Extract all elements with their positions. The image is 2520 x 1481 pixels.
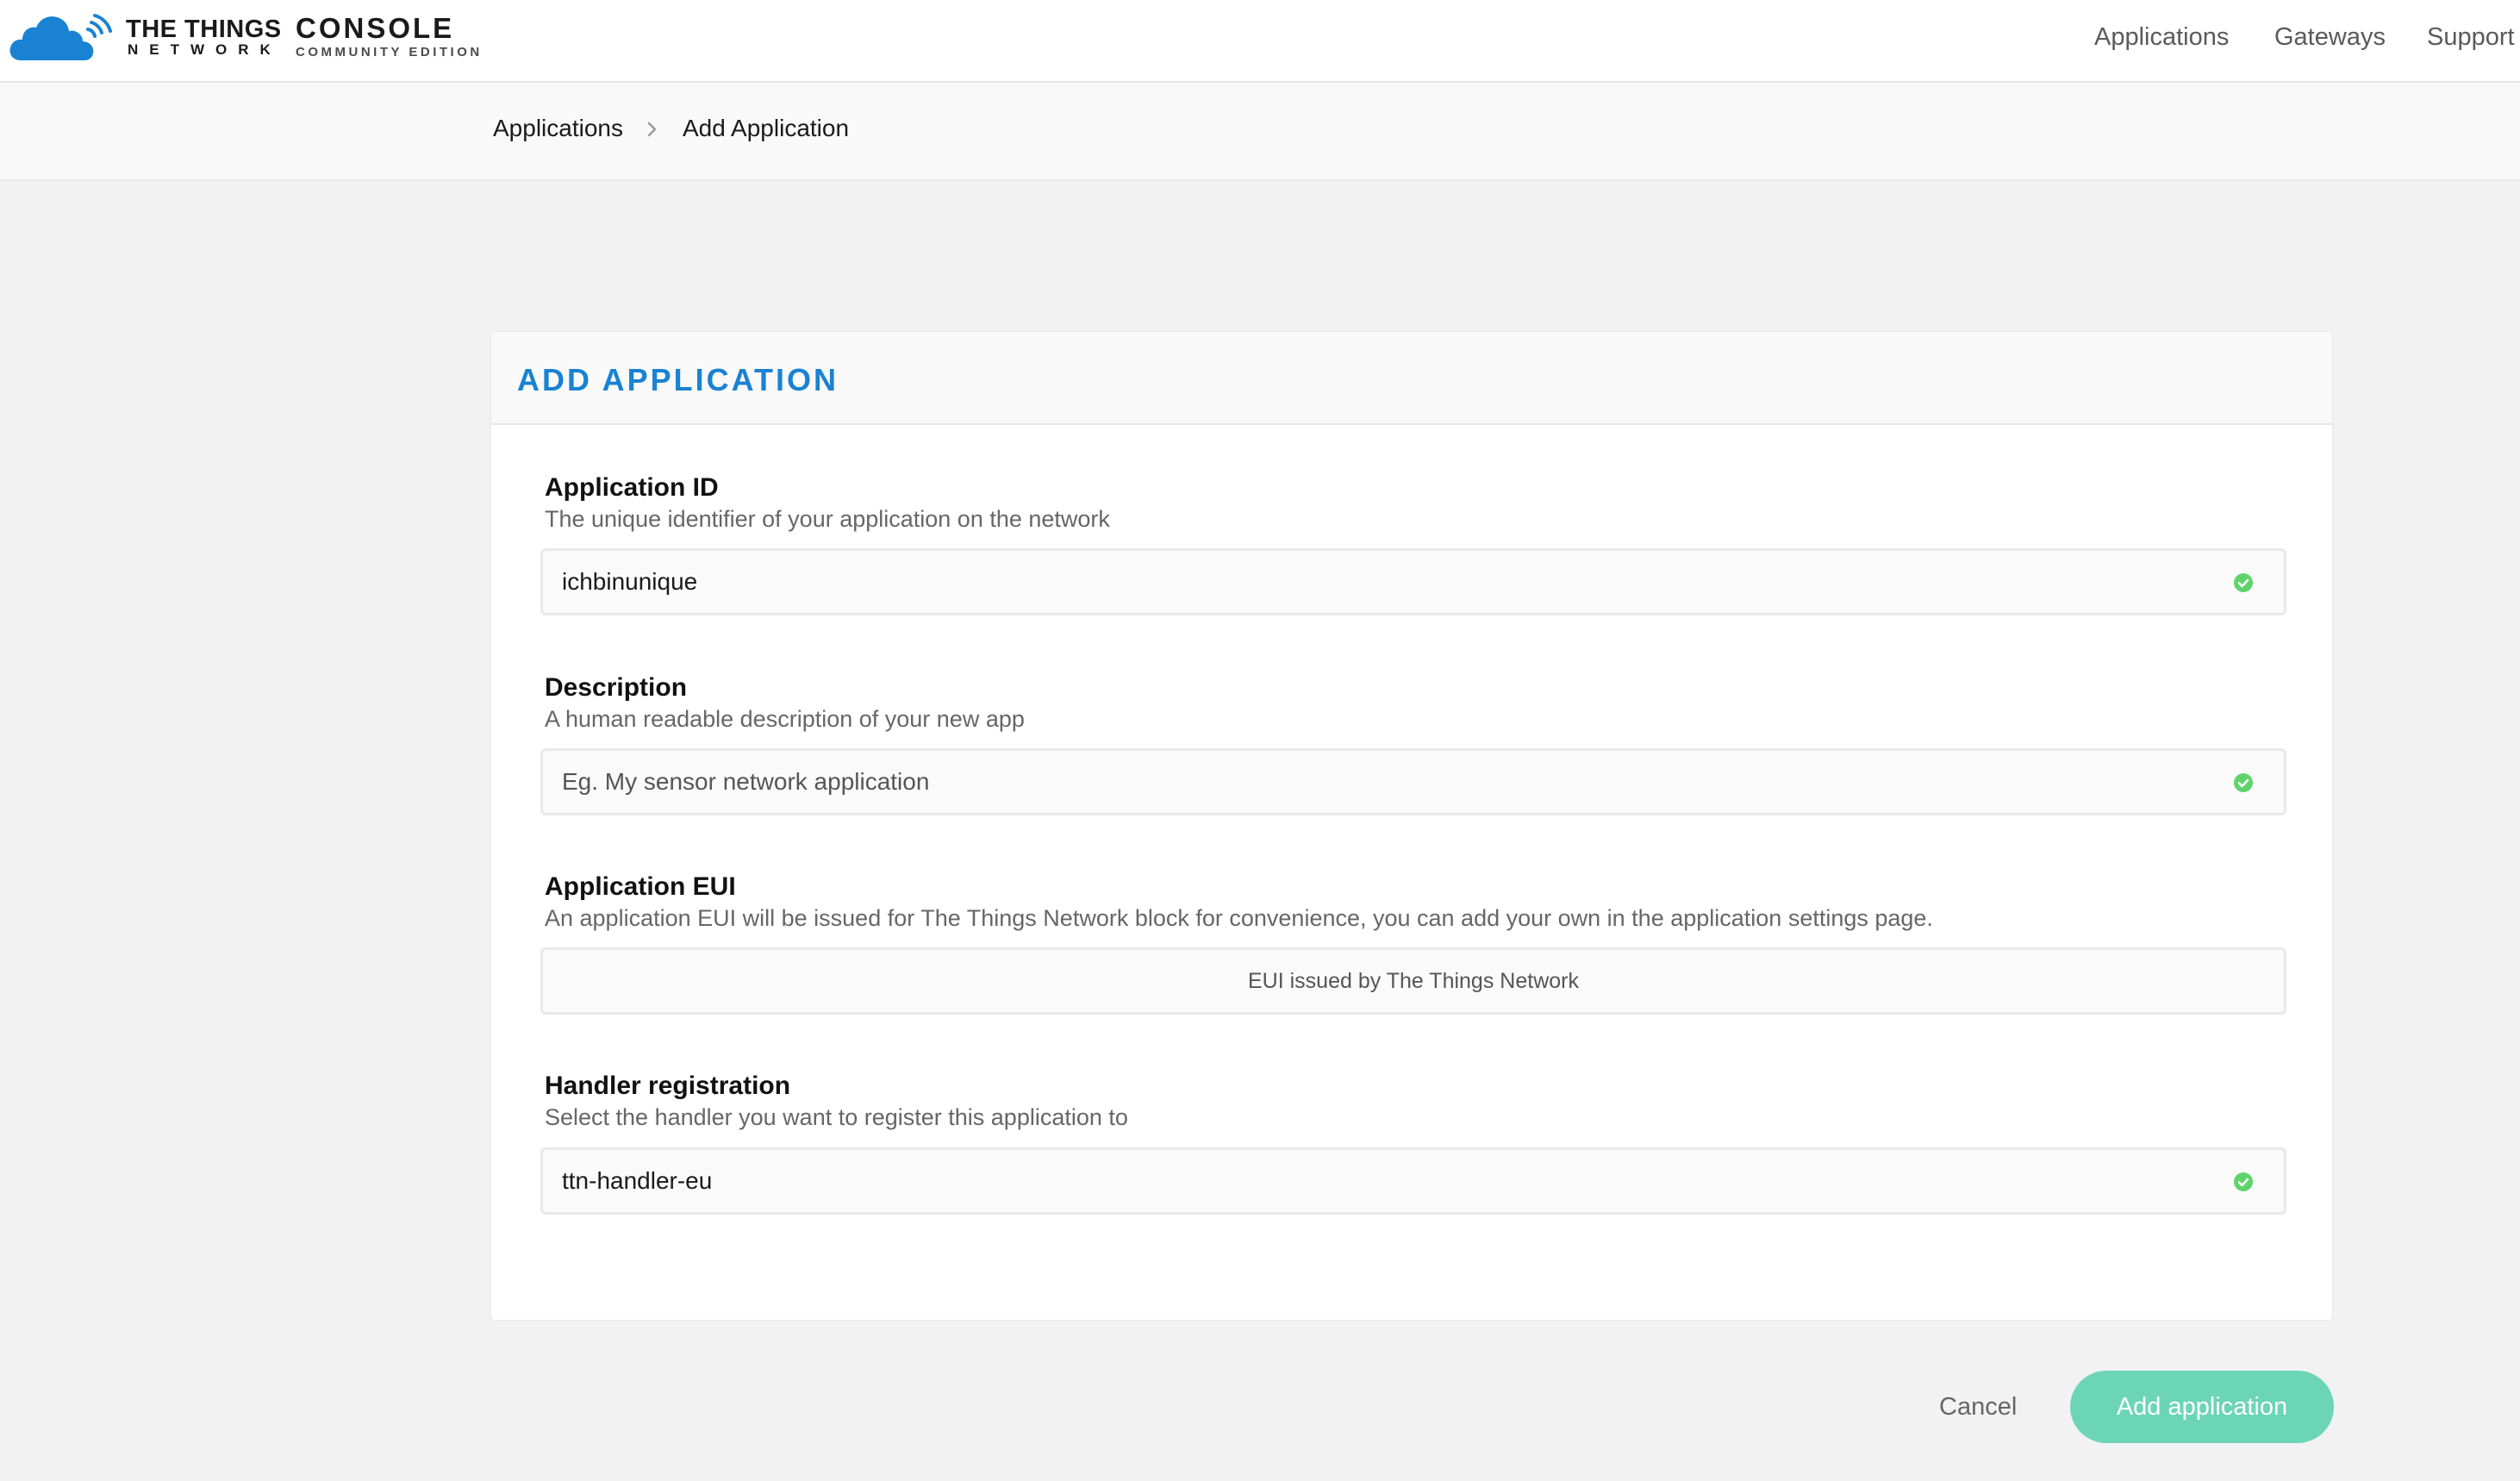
application-id-help: The unique identifier of your applicatio… (545, 506, 1110, 532)
handler-registration-help: Select the handler you want to register … (545, 1104, 1128, 1130)
application-eui-help: An application EUI will be issued for Th… (545, 905, 1933, 931)
brand-name: THE THINGS (126, 16, 282, 43)
page-title: ADD APPLICATION (517, 362, 839, 397)
brand-subname: NETWORK (128, 41, 282, 58)
top-header: THE THINGS NETWORK CONSOLE COMMUNITY EDI… (0, 0, 2520, 83)
handler-registration-field[interactable] (540, 1147, 2286, 1215)
card-header: ADD APPLICATION (491, 332, 2332, 425)
breadcrumb-applications[interactable]: Applications (493, 114, 623, 143)
nav-gateways[interactable]: Gateways (2274, 22, 2386, 52)
description-label: Description (545, 673, 688, 702)
nav-support[interactable]: Support (2427, 22, 2515, 52)
application-eui-field[interactable]: EUI issued by The Things Network (540, 947, 2286, 1015)
breadcrumb-add-application: Add Application (683, 115, 850, 141)
description-field[interactable] (540, 748, 2286, 815)
console-title: CONSOLE (296, 12, 455, 44)
application-eui-label: Application EUI (545, 872, 736, 901)
check-circle-icon (2234, 1172, 2253, 1191)
handler-registration-label: Handler registration (545, 1072, 791, 1100)
application-eui-value: EUI issued by The Things Network (1248, 969, 1579, 993)
chevron-right-icon (647, 122, 657, 137)
description-input[interactable] (562, 751, 2225, 813)
handler-registration-input[interactable] (562, 1150, 2225, 1212)
console-edition: COMMUNITY EDITION (296, 45, 483, 59)
description-help: A human readable description of your new… (545, 706, 1025, 732)
breadcrumb: Applications Add Application (0, 83, 2520, 181)
add-application-card: ADD APPLICATION Application ID The uniqu… (490, 330, 2334, 1322)
application-id-label: Application ID (545, 473, 719, 502)
ttn-cloud-logo-icon[interactable] (9, 9, 115, 62)
application-id-input[interactable] (562, 551, 2225, 613)
add-application-button[interactable]: Add application (2070, 1371, 2334, 1443)
check-circle-icon (2234, 773, 2253, 792)
application-id-field[interactable] (540, 548, 2286, 616)
cancel-button[interactable]: Cancel (1939, 1390, 2017, 1424)
check-circle-icon (2234, 573, 2253, 592)
nav-applications[interactable]: Applications (2094, 22, 2229, 52)
